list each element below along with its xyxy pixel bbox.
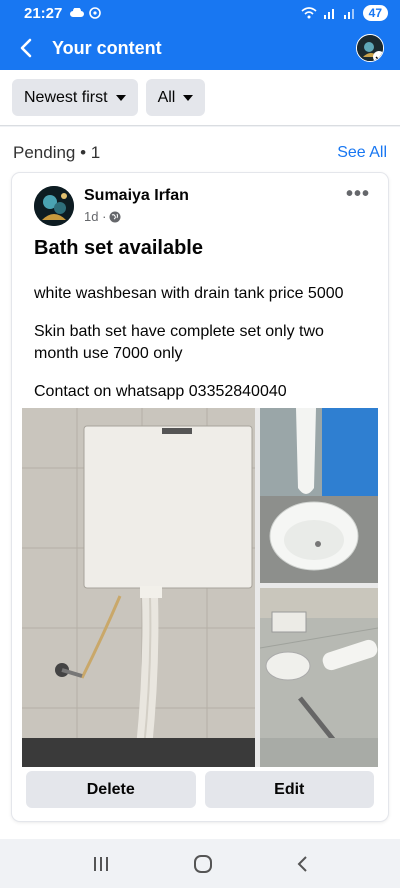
globe-icon bbox=[109, 211, 121, 222]
more-options-icon[interactable]: ••• bbox=[346, 183, 370, 206]
system-nav-bar bbox=[0, 839, 400, 888]
home-icon[interactable] bbox=[193, 854, 213, 874]
status-bar: 21:27 47 bbox=[0, 0, 400, 26]
washbasin-image bbox=[260, 408, 378, 583]
page-title: Your content bbox=[52, 37, 162, 58]
recent-apps-icon[interactable] bbox=[91, 855, 111, 873]
post-line: month use 7000 only bbox=[34, 345, 183, 362]
caret-down-icon bbox=[183, 94, 194, 101]
post-card: Sumaiya Irfan 1d · ••• Bath set availabl… bbox=[12, 173, 388, 821]
photo-bath-parts[interactable] bbox=[260, 588, 378, 767]
post-line: white washbesan with drain tank price 50… bbox=[34, 285, 344, 302]
photo-drain-tank[interactable] bbox=[22, 408, 255, 767]
sort-dropdown[interactable]: Newest first bbox=[12, 79, 138, 116]
pending-section: Pending • 1 See All Sumaiya Irfan 1d · •… bbox=[0, 127, 400, 839]
caret-down-icon bbox=[115, 94, 126, 101]
bath-parts-image bbox=[260, 588, 378, 767]
delete-button[interactable]: Delete bbox=[26, 771, 196, 808]
photo-washbasin[interactable] bbox=[260, 408, 378, 583]
chevron-left-icon bbox=[20, 38, 32, 58]
action-row: Delete Edit bbox=[26, 771, 374, 808]
app-bar: Your content bbox=[0, 26, 400, 70]
notification-icons bbox=[70, 7, 102, 19]
post-title: Bath set available bbox=[34, 237, 203, 259]
avatar-image bbox=[34, 186, 74, 226]
wifi-icon bbox=[301, 7, 317, 19]
signal-icon-2 bbox=[343, 9, 354, 19]
section-label: Pending • 1 bbox=[13, 143, 101, 162]
pinterest-icon bbox=[89, 7, 102, 19]
filter-bar: Newest first All bbox=[0, 70, 400, 126]
author-avatar[interactable] bbox=[34, 186, 74, 226]
post-line: Contact on whatsapp 03352840040 bbox=[34, 383, 287, 400]
author-name[interactable]: Sumaiya Irfan bbox=[84, 187, 189, 205]
type-dropdown-label: All bbox=[157, 88, 176, 106]
sort-dropdown-label: Newest first bbox=[24, 88, 108, 106]
signal-icon bbox=[323, 9, 334, 19]
photo-grid bbox=[22, 408, 378, 767]
drain-tank-image bbox=[22, 408, 255, 767]
post-time: 1d · bbox=[84, 209, 107, 224]
cloud-icon bbox=[70, 8, 85, 17]
post-line: Skin bath set have complete set only two bbox=[34, 323, 324, 340]
chevron-down-icon bbox=[375, 56, 383, 61]
type-dropdown[interactable]: All bbox=[145, 79, 206, 116]
profile-badge bbox=[373, 51, 383, 61]
post-meta: 1d · bbox=[84, 209, 121, 224]
back-button[interactable] bbox=[0, 26, 52, 70]
battery-level: 47 bbox=[362, 5, 388, 21]
edit-button[interactable]: Edit bbox=[204, 771, 374, 808]
profile-avatar[interactable] bbox=[356, 34, 384, 62]
status-time: 21:27 bbox=[24, 4, 63, 22]
back-nav-icon[interactable] bbox=[295, 854, 309, 874]
see-all-link[interactable]: See All bbox=[337, 144, 387, 162]
